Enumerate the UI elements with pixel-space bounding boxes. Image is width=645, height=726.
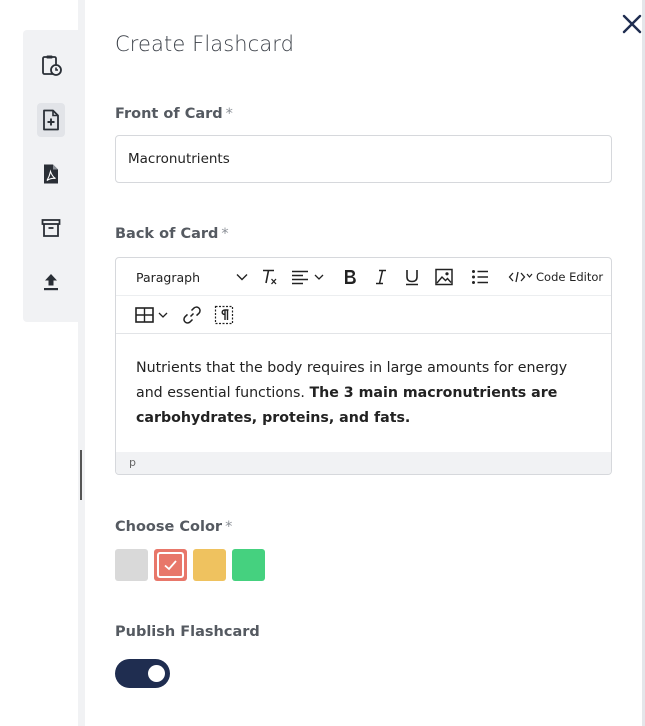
add-document-icon (43, 109, 59, 131)
underline-button[interactable] (402, 267, 422, 287)
color-label: Choose Color * (115, 519, 232, 535)
sidebar-item-pdf[interactable] (37, 157, 65, 191)
code-icon (508, 271, 533, 283)
color-swatch-green[interactable] (232, 549, 265, 581)
bullet-list-icon (472, 270, 488, 284)
code-editor-label: Code Editor (536, 270, 604, 284)
link-icon (183, 306, 201, 324)
show-blocks-button[interactable] (214, 305, 234, 325)
table-icon (135, 307, 168, 323)
page-title: Create Flashcard (115, 32, 295, 56)
required-marker: * (225, 106, 233, 122)
editor-toolbar-row-1: Paragraph Code Editor (116, 258, 611, 296)
color-swatch-red[interactable] (154, 549, 187, 581)
sidebar-item-create[interactable] (37, 103, 65, 137)
toggle-knob (148, 665, 165, 682)
side-toolbar (23, 30, 79, 322)
archive-icon (41, 219, 61, 237)
front-of-card-input[interactable] (115, 135, 612, 183)
rich-text-editor: Paragraph Code Editor Nutrients that the… (115, 257, 612, 475)
resize-handle[interactable] (80, 450, 82, 500)
image-icon (435, 268, 453, 286)
insert-table-button[interactable] (134, 305, 172, 325)
align-left-icon (292, 270, 324, 285)
insert-link-button[interactable] (182, 305, 202, 325)
sidebar-item-archive[interactable] (37, 211, 65, 245)
paragraph-select[interactable]: Paragraph (136, 258, 248, 296)
italic-icon (376, 269, 386, 285)
clear-format-button[interactable] (258, 267, 280, 287)
front-label-text: Front of Card (115, 106, 223, 122)
editor-toolbar-row-2 (116, 296, 611, 334)
back-label: Back of Card * (115, 226, 229, 242)
panel-shadow-edge (78, 0, 85, 726)
paragraph-select-label: Paragraph (136, 269, 201, 285)
bold-button[interactable] (340, 267, 360, 287)
editor-statusbar: p (116, 452, 611, 474)
editor-content[interactable]: Nutrients that the body requires in larg… (136, 356, 586, 431)
code-editor-button[interactable]: Code Editor (508, 258, 603, 296)
insert-image-button[interactable] (434, 267, 454, 287)
underline-icon (406, 270, 418, 286)
color-swatch-yellow[interactable] (193, 549, 226, 581)
required-marker: * (221, 226, 229, 242)
element-path[interactable]: p (129, 456, 136, 469)
sidebar-item-upload[interactable] (37, 265, 65, 299)
upload-icon (44, 274, 58, 291)
color-label-text: Choose Color (115, 519, 223, 535)
paragraph-mark-icon (214, 305, 234, 325)
back-label-text: Back of Card (115, 226, 219, 242)
pdf-icon (44, 164, 58, 184)
italic-button[interactable] (372, 267, 390, 287)
required-marker: * (225, 519, 233, 535)
close-icon (622, 14, 642, 34)
bullet-list-button[interactable] (470, 267, 490, 287)
publish-toggle[interactable] (115, 659, 170, 688)
color-options (115, 549, 271, 581)
bold-icon (345, 270, 356, 284)
chevron-down-icon (236, 274, 248, 281)
front-label: Front of Card * (115, 106, 233, 122)
check-icon (164, 560, 177, 571)
sidebar-item-activity[interactable] (37, 48, 65, 82)
close-button[interactable] (620, 12, 644, 36)
clipboard-clock-icon (42, 55, 62, 76)
publish-label: Publish Flashcard (115, 624, 260, 640)
align-button[interactable] (290, 267, 326, 287)
color-swatch-gray[interactable] (115, 549, 148, 581)
clear-format-icon (263, 269, 277, 285)
